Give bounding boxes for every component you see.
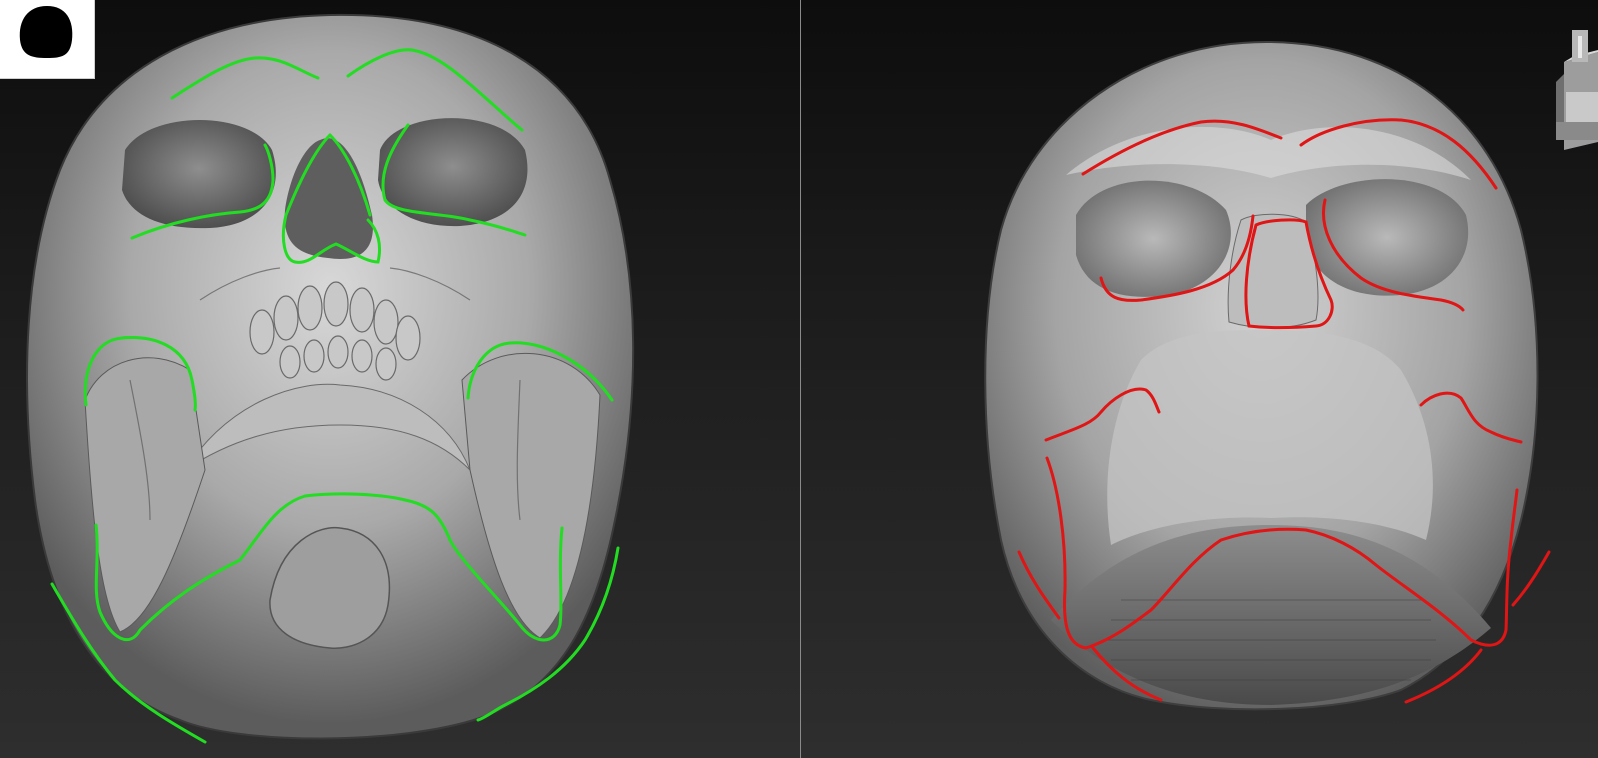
left-viewport[interactable]	[0, 0, 800, 758]
skull-model	[26, 13, 635, 744]
view-navigation-cube-icon[interactable]	[1554, 22, 1598, 162]
head-base-mesh	[984, 40, 1551, 711]
right-viewport[interactable]	[801, 0, 1598, 758]
silhouette-thumbnail-icon[interactable]	[0, 0, 95, 79]
